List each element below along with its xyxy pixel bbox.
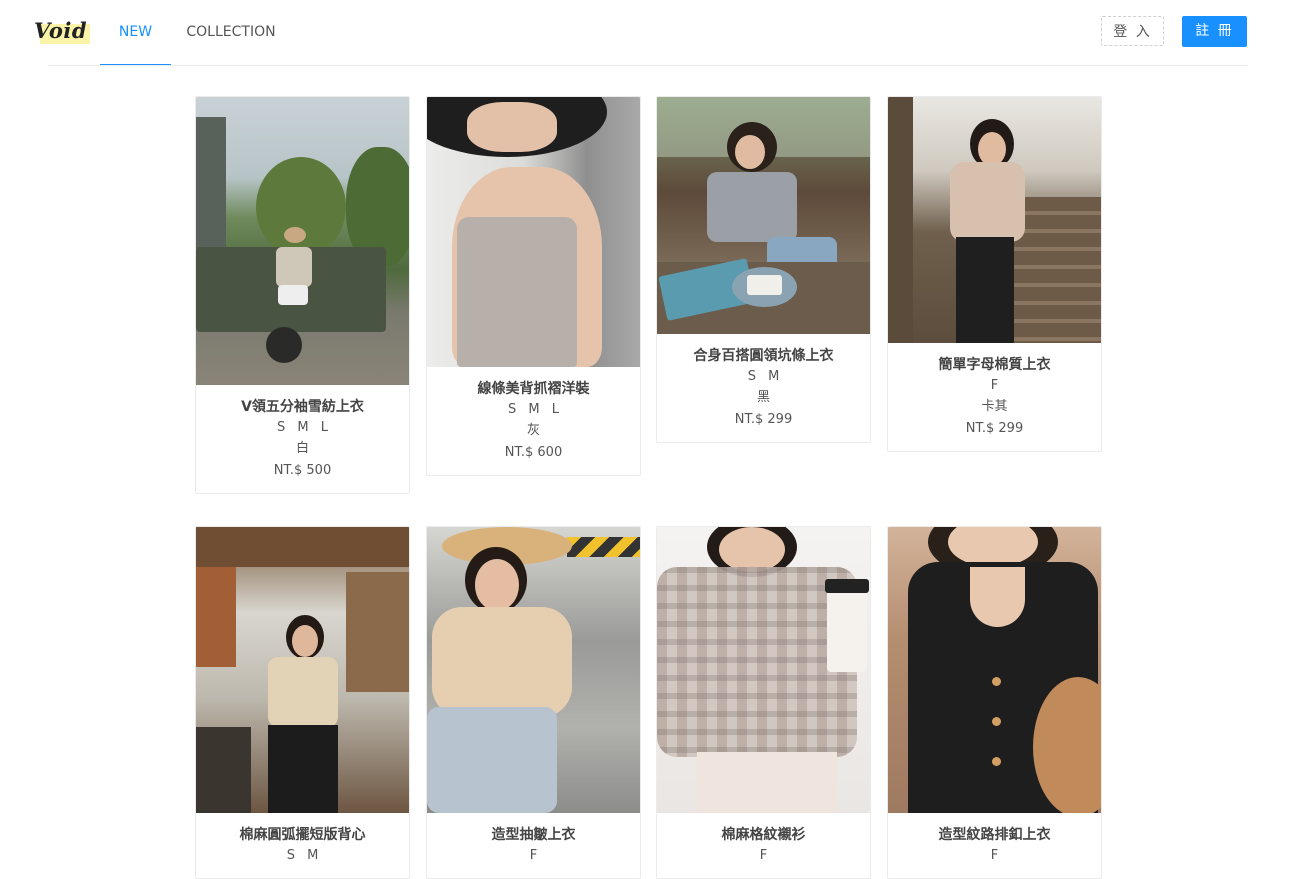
product-photo xyxy=(427,97,640,367)
product-price: NT.$ 299 xyxy=(734,412,793,427)
product-name: 造型抽皺上衣 xyxy=(491,827,576,843)
product-color: 白 xyxy=(295,441,309,456)
product-info: V領五分袖雪紡上衣 S M L 白 NT.$ 500 xyxy=(196,385,409,493)
product-card[interactable]: 造型抽皺上衣 F xyxy=(426,526,641,879)
register-button[interactable]: 註 冊 xyxy=(1182,16,1247,47)
product-info: 棉麻圓弧擺短版背心 S M xyxy=(196,813,409,878)
product-sizes: F xyxy=(990,848,999,863)
product-photo xyxy=(888,97,1101,343)
product-photo xyxy=(427,527,640,813)
product-name: 棉麻圓弧擺短版背心 xyxy=(239,827,366,843)
product-info: 合身百搭圓領坑條上衣 S M 黑 NT.$ 299 xyxy=(657,334,870,442)
product-sizes: F xyxy=(759,848,768,863)
product-info: 造型紋路排釦上衣 F xyxy=(888,813,1101,878)
product-name: 棉麻格紋襯衫 xyxy=(721,827,806,843)
product-name: 線條美背抓褶洋裝 xyxy=(477,381,590,397)
top-navbar: Void NEW COLLECTION 登 入 註 冊 xyxy=(0,0,1296,66)
product-photo xyxy=(657,97,870,334)
product-photo xyxy=(196,527,409,813)
product-price: NT.$ 500 xyxy=(273,463,332,478)
brand-logo[interactable]: Void xyxy=(30,16,92,46)
product-name: V領五分袖雪紡上衣 xyxy=(241,399,364,415)
product-price: NT.$ 299 xyxy=(965,421,1024,436)
product-photo xyxy=(196,97,409,385)
header-divider xyxy=(48,65,1248,66)
tab-collection[interactable]: COLLECTION xyxy=(186,0,276,64)
product-name: 簡單字母棉質上衣 xyxy=(938,357,1051,373)
product-info: 線條美背抓褶洋裝 S M L 灰 NT.$ 600 xyxy=(427,367,640,475)
product-card[interactable]: V領五分袖雪紡上衣 S M L 白 NT.$ 500 xyxy=(195,96,410,494)
product-name: 合身百搭圓領坑條上衣 xyxy=(693,348,834,364)
product-card[interactable]: 造型紋路排釦上衣 F xyxy=(887,526,1102,879)
product-info: 簡單字母棉質上衣 F 卡其 NT.$ 299 xyxy=(888,343,1101,451)
product-card[interactable]: 簡單字母棉質上衣 F 卡其 NT.$ 299 xyxy=(887,96,1102,452)
product-card[interactable]: 線條美背抓褶洋裝 S M L 灰 NT.$ 600 xyxy=(426,96,641,476)
product-sizes: S M xyxy=(286,848,319,863)
product-price: NT.$ 600 xyxy=(504,445,563,460)
product-name: 造型紋路排釦上衣 xyxy=(938,827,1051,843)
product-sizes: F xyxy=(529,848,538,863)
product-color: 灰 xyxy=(526,423,540,438)
product-sizes: F xyxy=(990,378,999,393)
product-card[interactable]: 合身百搭圓領坑條上衣 S M 黑 NT.$ 299 xyxy=(656,96,871,443)
product-color: 卡其 xyxy=(981,399,1008,414)
product-photo xyxy=(657,527,870,813)
tab-new[interactable]: NEW xyxy=(100,0,171,66)
product-sizes: S M xyxy=(747,369,780,384)
product-info: 造型抽皺上衣 F xyxy=(427,813,640,878)
product-card[interactable]: 棉麻格紋襯衫 F xyxy=(656,526,871,879)
product-photo xyxy=(888,527,1101,813)
product-sizes: S M L xyxy=(508,402,559,417)
product-card[interactable]: 棉麻圓弧擺短版背心 S M xyxy=(195,526,410,879)
logo-text: Void xyxy=(34,18,88,43)
login-button[interactable]: 登 入 xyxy=(1101,16,1164,46)
product-info: 棉麻格紋襯衫 F xyxy=(657,813,870,878)
product-color: 黑 xyxy=(756,390,770,405)
product-sizes: S M L xyxy=(277,420,328,435)
